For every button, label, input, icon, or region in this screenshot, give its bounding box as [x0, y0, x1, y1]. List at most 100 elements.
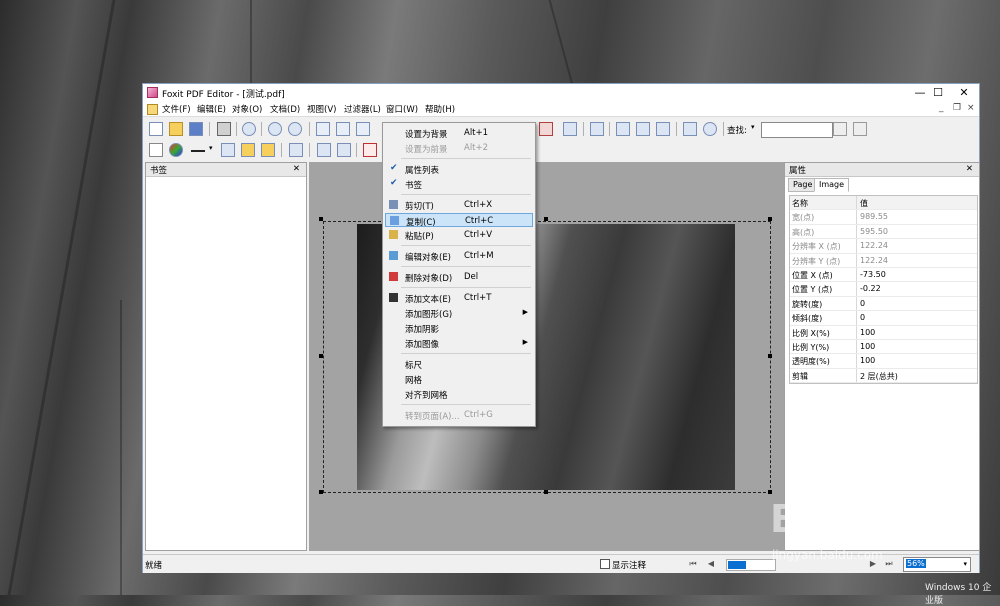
- line-tool-icon[interactable]: [191, 143, 205, 152]
- last-page-icon[interactable]: ⏭: [883, 558, 895, 570]
- close-icon[interactable]: ✕: [293, 164, 300, 174]
- search-input[interactable]: [761, 122, 833, 138]
- search-options-icon[interactable]: [853, 122, 867, 136]
- toolbar-button[interactable]: [656, 122, 670, 136]
- menu-separator: [401, 266, 531, 267]
- context-menu-item[interactable]: 剪切(T) Ctrl+X: [385, 198, 533, 212]
- context-menu-shortcut: Del: [464, 272, 479, 282]
- select-tool-icon[interactable]: [289, 143, 303, 157]
- info-icon[interactable]: [242, 122, 256, 136]
- menu-help[interactable]: 帮助(H): [423, 103, 457, 115]
- toolbar-button[interactable]: [590, 122, 604, 136]
- table-row[interactable]: 分辨率 X (点) 122.24: [790, 239, 977, 254]
- menu-view[interactable]: 视图(V): [305, 103, 338, 115]
- first-page-icon[interactable]: ⏮: [687, 558, 699, 570]
- menu-window[interactable]: 窗口(W): [384, 103, 420, 115]
- delete-icon[interactable]: [363, 143, 377, 157]
- table-row[interactable]: 剪辑 2 层(总共): [790, 368, 977, 384]
- edit-object-icon: [389, 251, 398, 260]
- menu-filter[interactable]: 过滤器(L): [342, 103, 383, 115]
- context-menu-item[interactable]: 编辑对象(E) Ctrl+M: [385, 249, 533, 263]
- title-bar[interactable]: Foxit PDF Editor - [测试.pdf] — ☐ ✕: [143, 84, 979, 102]
- context-menu-item[interactable]: 添加图形(G) ▶: [385, 306, 533, 320]
- menu-document[interactable]: 文档(D): [268, 103, 302, 115]
- toolbar-button[interactable]: [539, 122, 553, 136]
- table-row[interactable]: 位置 X (点) -73.50: [790, 267, 977, 283]
- send-back-icon[interactable]: [337, 143, 351, 157]
- table-row[interactable]: 位置 Y (点) -0.22: [790, 282, 977, 297]
- table-header: 名称 值: [790, 196, 977, 211]
- table-row[interactable]: 比例 X(%) 100: [790, 325, 977, 340]
- context-menu-item[interactable]: 标尺: [385, 357, 533, 371]
- document-canvas[interactable]: [309, 162, 784, 551]
- open-folder-icon[interactable]: [169, 122, 183, 136]
- rock-crack: [548, 0, 574, 85]
- zoom-in-icon[interactable]: [268, 122, 282, 136]
- menu-edit[interactable]: 编辑(E): [195, 103, 228, 115]
- table-row[interactable]: 宽(点) 989.55: [790, 210, 977, 225]
- bookmark-panel: 书签 ✕: [145, 162, 307, 551]
- table-row[interactable]: 比例 Y(%) 100: [790, 339, 977, 355]
- context-menu-shortcut: Ctrl+V: [464, 230, 493, 240]
- print-icon[interactable]: [217, 122, 231, 136]
- mdi-close-icon[interactable]: ×: [967, 103, 975, 113]
- toolbar-main: 查找: ▾: [143, 119, 979, 139]
- resize-handle[interactable]: [544, 490, 548, 494]
- context-menu-item[interactable]: ✔ 属性列表: [385, 162, 533, 176]
- paste-icon[interactable]: [356, 122, 370, 136]
- toolbar-button[interactable]: [683, 122, 697, 136]
- search-next-icon[interactable]: [833, 122, 847, 136]
- toolbar-button[interactable]: [616, 122, 630, 136]
- toolbar-button[interactable]: [636, 122, 650, 136]
- save-icon[interactable]: [189, 122, 203, 136]
- resize-handle[interactable]: [319, 354, 323, 358]
- close-button[interactable]: ✕: [949, 84, 979, 102]
- context-menu-item[interactable]: 添加图像 ▶: [385, 336, 533, 350]
- text-tool-icon[interactable]: [149, 143, 163, 157]
- zoom-out-icon[interactable]: [288, 122, 302, 136]
- table-row[interactable]: 高(点) 595.50: [790, 224, 977, 240]
- context-menu-item[interactable]: 添加文本(E) Ctrl+T: [385, 291, 533, 305]
- color-tool-icon[interactable]: [169, 143, 183, 157]
- shape-tool-icon[interactable]: [221, 143, 235, 157]
- context-menu-item[interactable]: 添加阴影: [385, 321, 533, 335]
- bring-front-icon[interactable]: [317, 143, 331, 157]
- tab-page[interactable]: Page: [788, 178, 818, 192]
- context-menu-item[interactable]: 复制(C) Ctrl+C: [385, 213, 533, 228]
- table-row[interactable]: 倾斜(度) 0: [790, 311, 977, 326]
- resize-handle[interactable]: [768, 354, 772, 358]
- mdi-minimize-icon[interactable]: _: [939, 103, 944, 113]
- context-menu-item[interactable]: 网格: [385, 372, 533, 386]
- toolbar-button[interactable]: [703, 122, 717, 136]
- context-menu-item[interactable]: 粘贴(P) Ctrl+V: [385, 228, 533, 242]
- image-tool-icon[interactable]: [241, 143, 255, 157]
- table-row[interactable]: 透明度(%) 100: [790, 354, 977, 369]
- tab-image[interactable]: Image: [814, 178, 850, 192]
- resize-handle[interactable]: [544, 217, 548, 221]
- toolbar-button[interactable]: [563, 122, 577, 136]
- context-menu-item[interactable]: ✔ 书签: [385, 177, 533, 191]
- shade-tool-icon[interactable]: [261, 143, 275, 157]
- new-file-icon[interactable]: [149, 122, 163, 136]
- mdi-restore-icon[interactable]: ❐: [953, 103, 961, 113]
- table-row[interactable]: 分辨率 Y (点) 122.24: [790, 253, 977, 268]
- resize-handle[interactable]: [319, 490, 323, 494]
- copy-icon[interactable]: [336, 122, 350, 136]
- table-row[interactable]: 旋转(度) 0: [790, 296, 977, 312]
- cut-icon[interactable]: [316, 122, 330, 136]
- resize-handle[interactable]: [768, 217, 772, 221]
- zoom-select[interactable]: 56% ▾: [903, 557, 971, 572]
- properties-panel-header: 属性 ✕: [785, 163, 979, 177]
- search-dropdown-icon[interactable]: ▾: [751, 123, 755, 131]
- line-dropdown-icon[interactable]: ▾: [209, 144, 213, 152]
- close-icon[interactable]: ✕: [966, 164, 973, 174]
- resize-handle[interactable]: [319, 217, 323, 221]
- prev-page-icon[interactable]: ◀: [705, 558, 717, 570]
- menu-object[interactable]: 对象(O): [230, 103, 264, 115]
- show-annotations-checkbox[interactable]: [600, 559, 610, 569]
- menu-file[interactable]: 文件(F): [160, 103, 193, 115]
- context-menu-item[interactable]: 设置为背景 Alt+1: [385, 126, 533, 140]
- context-menu-item[interactable]: 删除对象(D) Del: [385, 270, 533, 284]
- context-menu-item[interactable]: 对齐到网格: [385, 387, 533, 401]
- toolbar-separator: [209, 122, 210, 136]
